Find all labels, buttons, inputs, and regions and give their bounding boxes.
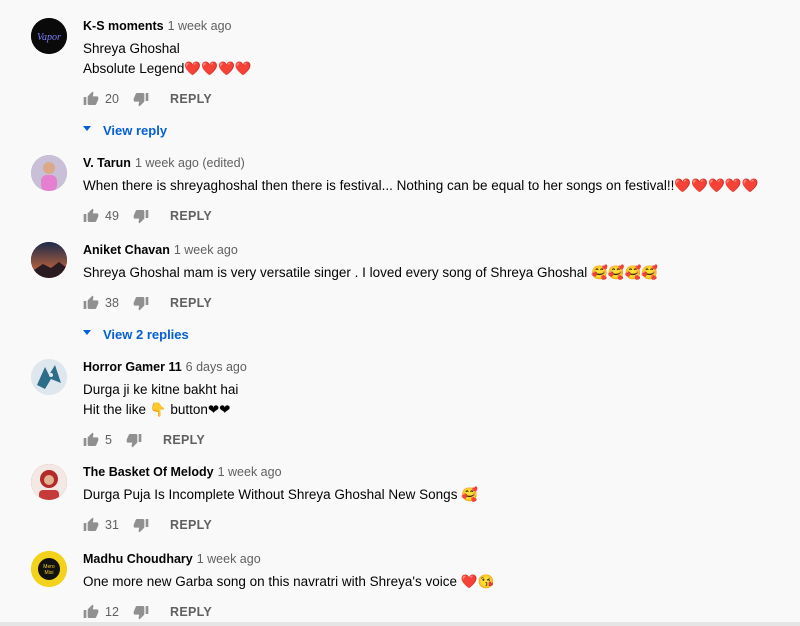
avatar-creature-icon [31,359,67,395]
view-replies-label: View reply [103,123,168,138]
avatar[interactable] [31,464,67,500]
comment-time[interactable]: 1 week ago [168,19,232,33]
thumb-up-icon[interactable] [83,295,99,311]
comment-line: Shreya Ghoshal [83,41,180,56]
comment-text: Durga Puja Is Incomplete Without Shreya … [83,485,780,505]
avatar[interactable]: Vapor [31,18,67,54]
comment-line: Durga ji ke kitne bakht hai [83,382,239,397]
thumb-down-icon[interactable] [133,91,149,107]
comment-actions: 31 REPLY [83,513,780,537]
thumb-down-icon[interactable] [126,432,142,448]
like-count: 31 [105,518,119,532]
reply-button[interactable]: REPLY [170,517,212,533]
comment-text: One more new Garba song on this navratri… [83,572,780,592]
comment-time[interactable]: 1 week ago [197,552,261,566]
comment-line: Durga Puja Is Incomplete Without Shreya … [83,487,479,502]
thumb-up-icon[interactable] [83,208,99,224]
comment-time[interactable]: 1 week ago [174,243,238,257]
comment-line: One more new Garba song on this navratri… [83,574,495,589]
comment-line: Hit the like 👇 button❤❤ [83,402,231,417]
comment-time[interactable]: 1 week ago [218,465,282,479]
like-count: 5 [105,433,112,447]
thumb-up-icon[interactable] [83,517,99,533]
view-replies-button[interactable]: View reply [83,121,780,141]
comment-text: Durga ji ke kitne bakht hai Hit the like… [83,380,780,420]
reply-button[interactable]: REPLY [170,295,212,311]
author-name[interactable]: The Basket Of Melody [83,465,214,479]
reply-button[interactable]: REPLY [170,208,212,224]
comment-actions: 12 REPLY [83,600,780,624]
comment-text: Shreya Ghoshal mam is very versatile sin… [83,263,780,283]
avatar-logo-icon: Vapor [31,18,67,54]
thumb-down-icon[interactable] [133,604,149,620]
like-count: 49 [105,209,119,223]
comment-line: When there is shreyaghoshal then there i… [83,178,759,193]
reply-button[interactable]: REPLY [163,432,205,448]
view-replies-label: View 2 replies [103,327,189,342]
author-name[interactable]: Horror Gamer 11 [83,360,182,374]
comment-actions: 49 REPLY [83,204,780,228]
comment-text: When there is shreyaghoshal then there i… [83,176,780,196]
avatar[interactable]: Mero Mixi [31,551,67,587]
avatar-logo-icon: Mero Mixi [31,551,67,587]
avatar[interactable] [31,359,67,395]
comment-text: Shreya Ghoshal Absolute Legend❤️❤️❤️❤️ [83,39,780,79]
thumb-down-icon[interactable] [133,208,149,224]
avatar-photo-icon [31,155,67,191]
avatar[interactable] [31,242,67,278]
svg-text:Vapor: Vapor [37,32,61,43]
avatar[interactable] [31,155,67,191]
thumb-up-icon[interactable] [83,604,99,620]
like-count: 20 [105,92,119,106]
author-name[interactable]: K-S moments [83,19,164,33]
comment-time[interactable]: 6 days ago [186,360,247,374]
author-name[interactable]: V. Tarun [83,156,131,170]
thumb-down-icon[interactable] [133,517,149,533]
thumb-up-icon[interactable] [83,432,99,448]
thumb-up-icon[interactable] [83,91,99,107]
comment-actions: 5 REPLY [83,428,780,452]
avatar-photo-icon [31,464,67,500]
comment-line: Absolute Legend❤️❤️❤️❤️ [83,61,252,76]
like-count: 38 [105,296,119,310]
comment-actions: 20 REPLY [83,87,780,111]
view-replies-button[interactable]: View 2 replies [83,325,780,345]
comment-actions: 38 REPLY [83,291,780,315]
reply-button[interactable]: REPLY [170,91,212,107]
divider [0,622,800,626]
author-name[interactable]: Madhu Choudhary [83,552,193,566]
caret-down-icon [83,330,91,335]
thumb-down-icon[interactable] [133,295,149,311]
comment-line: Shreya Ghoshal mam is very versatile sin… [83,265,659,280]
reply-button[interactable]: REPLY [170,604,212,620]
avatar-sunset-icon [31,242,67,278]
caret-down-icon [83,126,91,131]
comment-time[interactable]: 1 week ago (edited) [135,156,245,170]
author-name[interactable]: Aniket Chavan [83,243,170,257]
like-count: 12 [105,605,119,619]
svg-text:Mixi: Mixi [45,570,54,576]
